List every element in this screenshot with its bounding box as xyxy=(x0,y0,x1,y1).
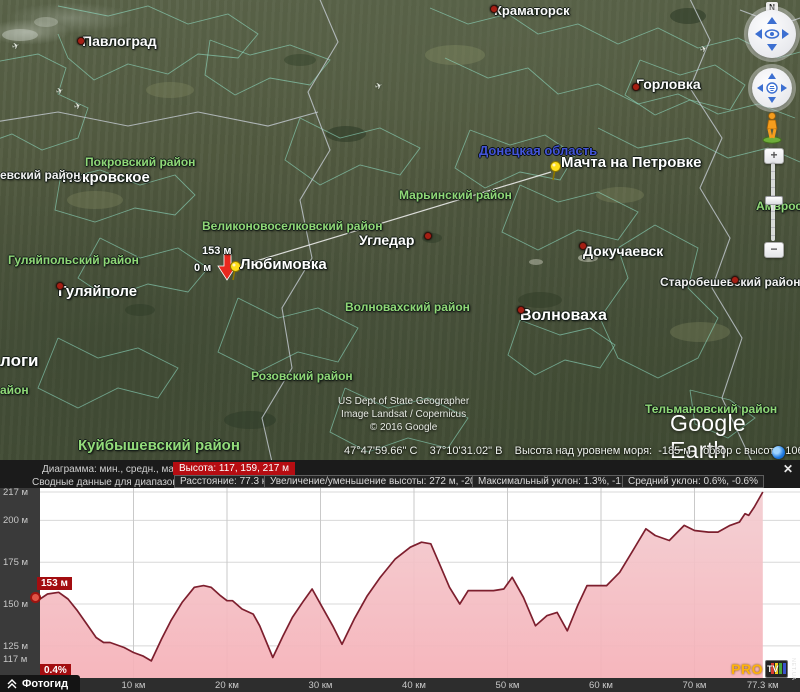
x-axis-tick: 30 км xyxy=(299,680,343,691)
map-label: Угледар xyxy=(359,233,414,247)
streaming-globe-icon xyxy=(772,446,785,459)
x-axis-tick: 40 км xyxy=(392,680,436,691)
zoom-in-button[interactable]: + xyxy=(764,148,784,164)
map-label: Волноваха xyxy=(520,308,607,324)
collapse-icon xyxy=(7,679,17,689)
map-label: Гуляйпольский район xyxy=(8,254,139,266)
y-axis-tick: 175 м xyxy=(3,557,28,568)
city-dot-icon[interactable] xyxy=(579,242,587,250)
city-dot-icon[interactable] xyxy=(632,83,640,91)
x-axis-tick: 70 км xyxy=(673,680,717,691)
y-axis-tick: 125 м xyxy=(3,641,28,652)
x-axis-tick: 20 км xyxy=(205,680,249,691)
height-stats-badge: Высота: 117, 159, 217 м xyxy=(173,462,295,475)
map-label: Покровский район xyxy=(85,156,195,168)
x-axis-tick: 50 км xyxy=(486,680,530,691)
gain-loss-stat: Увеличение/уменьшение высоты: 272 м, -20… xyxy=(264,475,497,488)
move-joystick-arrows-icon xyxy=(752,68,792,108)
zoom-slider[interactable]: + − xyxy=(762,148,784,256)
status-bar: 47°47'59.66" С 37°10'31.02" В Высота над… xyxy=(344,445,800,457)
map-copyright: US Dept of State Geographer Image Landsa… xyxy=(338,395,469,434)
protv-net-text: NET.UA xyxy=(790,658,796,681)
y-axis-tick: 150 м xyxy=(3,599,28,610)
city-dot-icon[interactable] xyxy=(56,282,64,290)
elevation-tooltip: 153 м xyxy=(37,577,72,590)
tv-icon: TV xyxy=(765,660,788,678)
y-axis: 217 м 200 м 175 м 150 м 125 м 117 м xyxy=(0,488,40,678)
avg-slope-stat: Средний уклон: 0.6%, -0.6% xyxy=(622,475,764,488)
map-label: Старобешевский район xyxy=(660,276,800,288)
map-label: Великоновоселковский район xyxy=(202,220,382,232)
yellow-pushpin-icon[interactable] xyxy=(551,162,561,181)
protv-watermark: PRO TV NET.UA xyxy=(731,658,796,681)
map-label: айон xyxy=(0,384,29,396)
pegman-street-view-icon[interactable] xyxy=(758,110,786,144)
x-axis-tick: 60 км xyxy=(579,680,623,691)
map-label: Любимовка xyxy=(240,257,327,272)
city-dot-icon[interactable] xyxy=(424,232,432,240)
elevation-profile-panel: Диаграмма: мин., средн., макс. Высота: 1… xyxy=(0,460,800,692)
map-label: Горловка xyxy=(636,77,701,91)
close-icon[interactable]: ✕ xyxy=(783,462,793,476)
copyright-line: © 2016 Google xyxy=(338,421,469,434)
range-summary-label: Сводные данные для диапазона: xyxy=(32,477,186,488)
map-label: Павлоград xyxy=(82,34,157,48)
y-axis-tick: 200 м xyxy=(3,515,28,526)
zoom-out-button[interactable]: − xyxy=(764,242,784,258)
photo-guide-tab[interactable]: Фотогид xyxy=(0,675,80,692)
x-axis-tick: 77.3 км xyxy=(741,680,785,691)
map-label: Розовский район xyxy=(251,370,353,382)
move-joystick[interactable] xyxy=(752,68,792,108)
copyright-line: US Dept of State Geographer xyxy=(338,395,469,408)
map-label: Докучаевск xyxy=(583,244,663,258)
city-dot-icon[interactable] xyxy=(731,276,739,284)
photo-guide-label: Фотогид xyxy=(22,678,68,690)
look-joystick[interactable] xyxy=(748,10,796,58)
protv-pro-text: PRO xyxy=(731,661,763,677)
map-label: Волновахский район xyxy=(345,301,470,313)
x-axis-tick: 10 км xyxy=(112,680,156,691)
map-label: логи xyxy=(0,352,39,369)
y-axis-tick: 217 м xyxy=(3,487,28,498)
profile-legend-label: Диаграмма: мин., средн., макс. xyxy=(42,464,186,475)
map-label: 153 м xyxy=(202,246,232,257)
look-joystick-arrows-icon xyxy=(748,10,796,58)
city-dot-icon[interactable] xyxy=(490,5,498,13)
zoom-slider-handle[interactable] xyxy=(765,196,783,205)
map-label: Куйбышевский район xyxy=(78,438,240,453)
max-slope-stat: Максимальный уклон: 1.3%, -1.4% xyxy=(472,475,644,488)
map-markers-layer xyxy=(0,0,800,460)
city-dot-icon[interactable] xyxy=(517,306,525,314)
profile-start-marker xyxy=(30,592,41,603)
map-label: Марьинский район xyxy=(399,189,512,201)
yellow-pushpin-icon[interactable] xyxy=(231,262,241,281)
y-axis-tick: 117 м xyxy=(3,654,27,665)
elevation-plot-area[interactable] xyxy=(40,488,800,678)
map-label: Мачта на Петровке xyxy=(561,155,701,170)
elevation-chart-svg xyxy=(40,488,800,678)
city-dot-icon[interactable] xyxy=(77,37,85,45)
map-label: Гуляйполе xyxy=(58,284,137,299)
map-label: Краматорск xyxy=(494,4,570,17)
map-viewport[interactable]: ПавлоградКраматорскГорловкаДонецкая обла… xyxy=(0,0,800,460)
map-label: 0 м xyxy=(194,263,211,274)
google-earth-window: ПавлоградКраматорскГорловкаДонецкая обла… xyxy=(0,0,800,692)
x-axis: 10 км 20 км 30 км 40 км 50 км 60 км 70 км 77.3 … xyxy=(0,678,800,692)
copyright-line: Image Landsat / Copernicus xyxy=(338,408,469,421)
map-label: евский район xyxy=(0,169,80,181)
